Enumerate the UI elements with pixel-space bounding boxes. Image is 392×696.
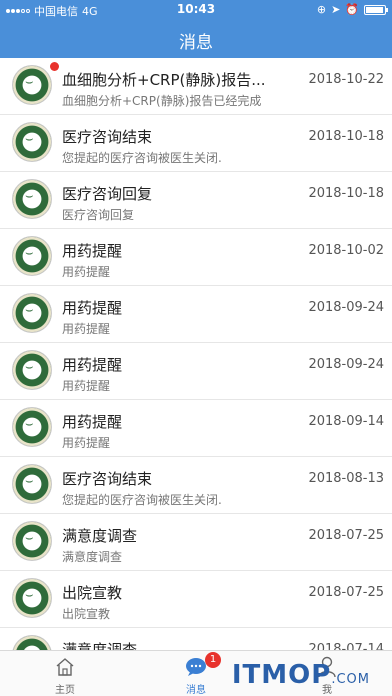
message-date: 2018-10-18 <box>308 129 384 144</box>
message-title: 医疗咨询回复 <box>62 185 153 203</box>
message-date: 2018-08-13 <box>308 471 384 486</box>
hospital-logo-avatar <box>12 464 52 504</box>
message-subtitle: 用药提醒 <box>62 379 111 393</box>
hospital-logo-avatar <box>12 407 52 447</box>
message-subtitle: 您提起的医疗咨询被医生关闭. <box>62 151 222 165</box>
site-watermark: ITMOP.COM <box>231 660 370 690</box>
message-date: 2018-09-14 <box>308 414 384 429</box>
message-subtitle: 您提起的医疗咨询被医生关闭. <box>62 493 222 507</box>
message-date: 2018-07-14 <box>308 642 384 650</box>
hospital-logo-avatar <box>12 635 52 650</box>
page-title: 消息 <box>179 33 213 53</box>
chat-bubble-icon <box>186 658 206 676</box>
message-subtitle: 血细胞分析+CRP(静脉)报告已经完成 <box>62 94 262 108</box>
message-date: 2018-10-18 <box>308 186 384 201</box>
message-subtitle: 用药提醒 <box>62 322 111 336</box>
hospital-logo-avatar <box>12 293 52 333</box>
message-item[interactable]: 用药提醒 用药提醒 2018-09-24 <box>0 343 392 400</box>
message-date: 2018-09-24 <box>308 357 384 372</box>
unread-dot <box>50 62 59 71</box>
message-date: 2018-09-24 <box>308 300 384 315</box>
hospital-logo-avatar <box>12 236 52 276</box>
unread-count-badge: 1 <box>205 652 221 668</box>
location-icon: ➤ <box>331 3 341 16</box>
message-item[interactable]: 用药提醒 用药提醒 2018-10-02 <box>0 229 392 286</box>
message-item[interactable]: 满意度调查 满意度调查 2018-07-25 <box>0 514 392 571</box>
home-icon <box>56 658 74 676</box>
tab-home-label: 主页 <box>55 685 75 696</box>
status-bar: 中国电信 4G 10:43 ⊕ ➤ ⏰ <box>0 0 392 20</box>
hospital-logo-avatar <box>12 65 52 105</box>
message-title: 医疗咨询结束 <box>62 470 153 488</box>
hospital-logo-avatar <box>12 578 52 618</box>
message-item[interactable]: 用药提醒 用药提醒 2018-09-14 <box>0 400 392 457</box>
message-item[interactable]: 医疗咨询结束 您提起的医疗咨询被医生关闭. 2018-08-13 <box>0 457 392 514</box>
message-date: 2018-07-25 <box>308 585 384 600</box>
message-title: 医疗咨询结束 <box>62 128 153 146</box>
message-subtitle: 满意度调查 <box>62 550 123 564</box>
hospital-logo-avatar <box>12 122 52 162</box>
message-title: 用药提醒 <box>62 413 123 431</box>
message-item[interactable]: 医疗咨询结束 您提起的医疗咨询被医生关闭. 2018-10-18 <box>0 115 392 172</box>
message-item[interactable]: 用药提醒 用药提醒 2018-09-24 <box>0 286 392 343</box>
message-item[interactable]: 医疗咨询回复 医疗咨询回复 2018-10-18 <box>0 172 392 229</box>
hospital-logo-avatar <box>12 350 52 390</box>
hospital-logo-avatar <box>12 179 52 219</box>
alarm-icon: ⏰ <box>345 3 359 16</box>
message-date: 2018-07-25 <box>308 528 384 543</box>
message-title: 血细胞分析+CRP(静脉)报告... <box>62 71 266 89</box>
tab-home[interactable]: 主页 <box>0 651 130 696</box>
message-item[interactable]: 满意度调查 2018-07-14 <box>0 628 392 650</box>
message-subtitle: 用药提醒 <box>62 436 111 450</box>
message-title: 用药提醒 <box>62 242 123 260</box>
hospital-logo-avatar <box>12 521 52 561</box>
message-subtitle: 医疗咨询回复 <box>62 208 135 222</box>
battery-icon <box>364 4 388 15</box>
message-title: 满意度调查 <box>62 527 138 545</box>
message-date: 2018-10-02 <box>308 243 384 258</box>
message-list[interactable]: 血细胞分析+CRP(静脉)报告... 血细胞分析+CRP(静脉)报告已经完成 2… <box>0 58 392 650</box>
lock-rotation-icon: ⊕ <box>316 3 327 16</box>
message-item[interactable]: 血细胞分析+CRP(静脉)报告... 血细胞分析+CRP(静脉)报告已经完成 2… <box>0 58 392 115</box>
message-item[interactable]: 出院宣教 出院宣教 2018-07-25 <box>0 571 392 628</box>
message-subtitle: 出院宣教 <box>62 607 111 621</box>
message-title: 用药提醒 <box>62 356 123 374</box>
message-date: 2018-10-22 <box>308 72 384 87</box>
app-header: 中国电信 4G 10:43 ⊕ ➤ ⏰ 消息 <box>0 0 392 58</box>
message-subtitle: 用药提醒 <box>62 265 111 279</box>
message-title: 用药提醒 <box>62 299 123 317</box>
message-title: 出院宣教 <box>62 584 123 602</box>
message-title: 满意度调查 <box>62 641 138 650</box>
